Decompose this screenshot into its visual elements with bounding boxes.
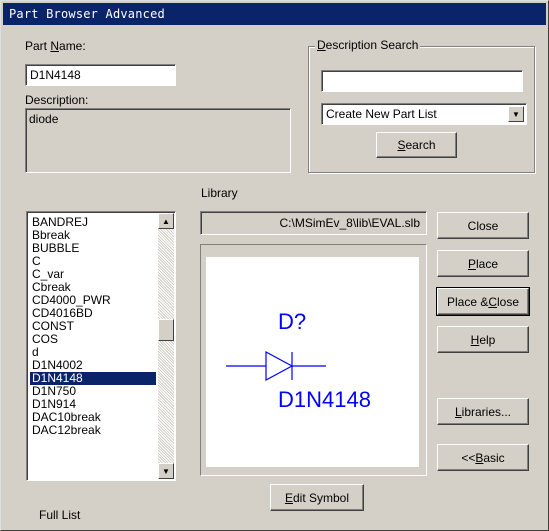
- libraries-button[interactable]: Libraries...: [437, 398, 529, 425]
- symbol-reference: D?: [278, 309, 307, 334]
- part-name-label: Part Name:: [25, 39, 86, 53]
- edit-symbol-button[interactable]: Edit Symbol: [270, 484, 364, 511]
- window-title: Part Browser Advanced: [9, 7, 165, 21]
- symbol-value: D1N4148: [278, 387, 371, 412]
- description-field: diode: [25, 108, 291, 173]
- part-name-input[interactable]: D1N4148: [25, 64, 176, 86]
- description-value: diode: [29, 112, 59, 126]
- library-path-field: C:\MSimEv_8\lib\EVAL.slb: [200, 211, 427, 235]
- dropdown-arrow-icon[interactable]: ▼: [508, 106, 524, 122]
- symbol-preview-frame: D? D1N4148: [200, 244, 427, 476]
- list-item[interactable]: COS: [30, 333, 156, 346]
- title-bar[interactable]: Part Browser Advanced: [3, 3, 546, 25]
- help-button[interactable]: Help: [437, 326, 529, 353]
- scroll-down-icon[interactable]: ▼: [158, 463, 174, 479]
- diode-symbol-icon: [226, 350, 326, 382]
- basic-button[interactable]: << Basic: [437, 444, 529, 471]
- search-button[interactable]: Search: [376, 132, 457, 158]
- list-mode-value: Create New Part List: [326, 107, 437, 121]
- description-search-input[interactable]: [321, 70, 523, 92]
- description-label: Description:: [25, 93, 89, 107]
- part-browser-window: Part Browser Advanced Part Name: D1N4148…: [0, 0, 549, 531]
- list-item[interactable]: DAC12break: [30, 424, 156, 437]
- full-list-label: Full List: [39, 508, 81, 522]
- parts-listbox[interactable]: BANDREJ Bbreak BUBBLE C C_var Cbreak CD4000_PW…: [26, 211, 176, 481]
- close-button[interactable]: Close: [437, 212, 529, 239]
- parts-list: BANDREJ Bbreak BUBBLE C C_var Cbreak CD4000_PW…: [30, 216, 156, 437]
- library-path-value: C:\MSimEv_8\lib\EVAL.slb: [279, 216, 421, 230]
- description-search-title: Description Search: [315, 38, 421, 52]
- place-and-close-button[interactable]: Place & Close: [436, 287, 530, 316]
- list-mode-dropdown[interactable]: Create New Part List ▼: [321, 103, 527, 125]
- list-item[interactable]: BUBBLE: [30, 242, 156, 255]
- scroll-thumb[interactable]: [158, 319, 174, 341]
- part-name-value: D1N4148: [30, 68, 81, 82]
- place-button[interactable]: Place: [437, 250, 529, 277]
- parts-list-scrollbar[interactable]: ▲ ▼: [158, 213, 174, 479]
- symbol-preview: D? D1N4148: [206, 257, 419, 467]
- scroll-up-icon[interactable]: ▲: [158, 213, 174, 229]
- library-label: Library: [201, 186, 238, 200]
